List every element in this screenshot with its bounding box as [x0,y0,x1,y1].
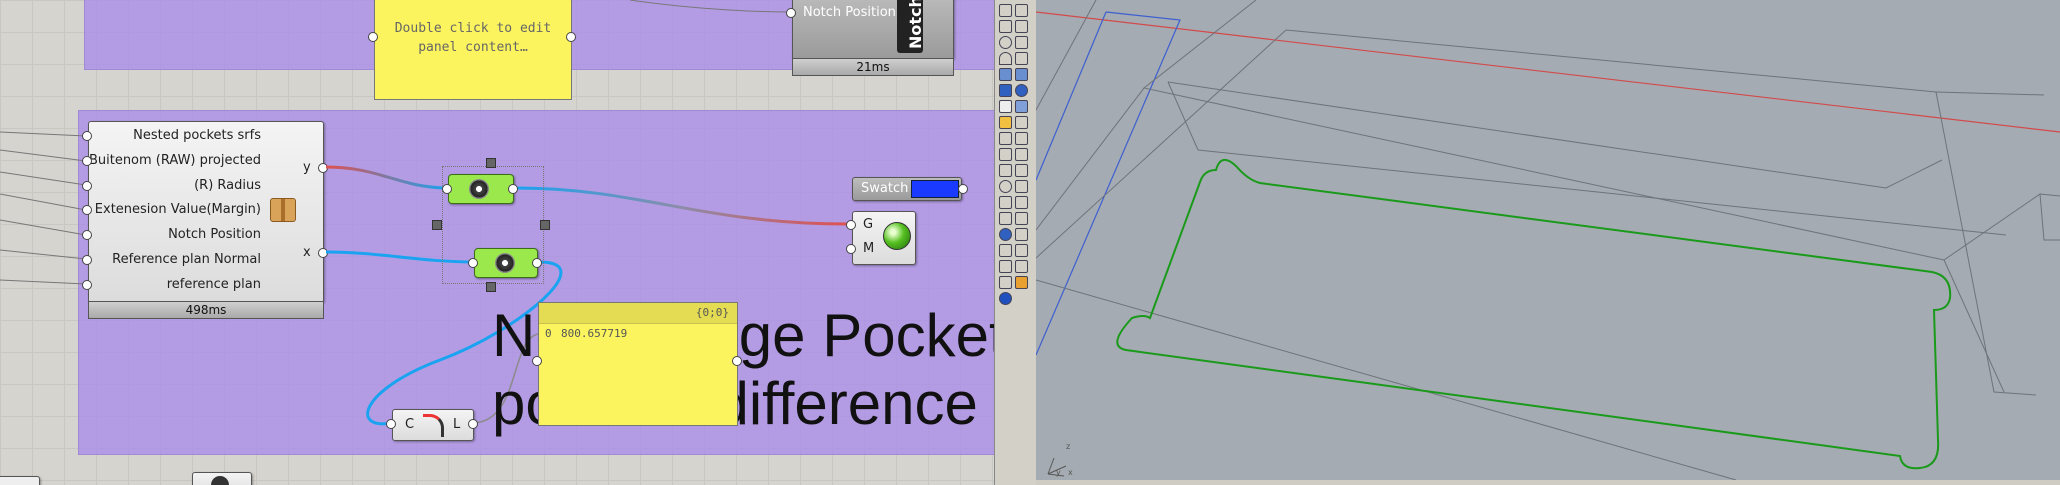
partial-panel-bottom-left[interactable] [0,476,40,485]
gumball-handle-top[interactable] [486,158,496,168]
curve-tool-icon[interactable] [1015,52,1028,65]
grasshopper-canvas[interactable]: Double click to edit panel content… Notc… [0,0,994,485]
preview-sphere-icon [883,222,911,250]
vector-2-output-port[interactable] [532,258,542,268]
gumball-handle-left[interactable] [432,220,442,230]
explode-tool-icon[interactable] [1015,164,1028,177]
move-tool-icon[interactable] [999,132,1012,145]
preview-port-m[interactable] [846,244,856,254]
solid-sphere-icon[interactable] [1015,84,1028,97]
surface-tool-icon[interactable] [999,68,1012,81]
scale-tool-icon[interactable] [1015,132,1028,145]
extrude-tool-icon[interactable] [1015,68,1028,81]
group-tool-icon[interactable] [999,212,1012,225]
bucket-tool-icon[interactable] [1015,276,1028,289]
curve-input-c: C [405,417,415,432]
vector-1-input-port[interactable] [442,184,452,194]
curve-output-port[interactable] [468,419,478,429]
value-panel[interactable]: {0;0} 0 800.657719 [538,302,738,426]
rectangle-tool-icon[interactable] [1015,36,1028,49]
curve-length-component[interactable]: C L [392,409,474,441]
vector-component-1[interactable] [448,174,514,204]
boolean-tool-icon[interactable] [999,148,1012,161]
curve-output-l: L [453,417,461,432]
select-window-icon[interactable] [1015,4,1028,17]
dimension-tool-icon[interactable] [1015,116,1028,129]
circle-tool-icon[interactable] [999,36,1012,49]
viewport-geometry [1036,0,2060,481]
snap-tool-icon[interactable] [1015,244,1028,257]
globe-tool-icon[interactable] [999,292,1012,305]
render-tool-icon[interactable] [999,228,1012,241]
polyline-tool-icon[interactable] [1015,20,1028,33]
hex-icon-2 [495,253,515,273]
swatch-output-port[interactable] [958,184,968,194]
rotate-tool-icon[interactable] [999,180,1012,193]
vector-1-output-port[interactable] [508,184,518,194]
array-tool-icon[interactable] [999,196,1012,209]
axis-label-x: x [1068,468,1073,477]
value-panel-value: 800.657719 [561,327,628,340]
check-tool-icon[interactable] [1015,260,1028,273]
point-tool-icon[interactable] [999,20,1012,33]
solid-box-icon[interactable] [999,84,1012,97]
layer-tool-icon[interactable] [1015,212,1028,225]
curve-input-port[interactable] [386,419,396,429]
partial-hex-icon [211,476,229,485]
mirror-tool-icon[interactable] [1015,196,1028,209]
split-tool-icon[interactable] [1015,148,1028,161]
axis-label-z: z [1066,442,1071,451]
axis-widget: x y z [1042,440,1082,480]
preview-input-m: M [863,241,875,256]
gumball-handle-bottom[interactable] [486,282,496,292]
trim-tool-icon[interactable] [1015,180,1028,193]
cylinder-tool-icon[interactable] [999,100,1012,113]
arc-tool-icon[interactable] [999,52,1012,65]
paint-tool-icon[interactable] [999,276,1012,289]
mesh-tool-icon[interactable] [1015,100,1028,113]
value-panel-index: 0 [545,327,552,340]
material-tool-icon[interactable] [1015,228,1028,241]
grid-tool-icon[interactable] [999,244,1012,257]
vector-component-2[interactable] [474,248,538,278]
value-panel-header: {0;0} [539,303,737,324]
viewport-bottom-tabs [1036,480,2060,485]
value-panel-output-port[interactable] [732,356,742,366]
swatch-component[interactable]: Swatch [852,177,962,201]
light-tool-icon[interactable] [999,116,1012,129]
hex-icon-1 [469,179,489,199]
value-panel-path: {0;0} [695,306,729,319]
preview-port-g[interactable] [846,220,856,230]
swatch-color-box[interactable] [911,180,959,198]
analyze-tool-icon[interactable] [999,260,1012,273]
custom-preview-component[interactable]: G M [852,211,916,265]
preview-input-g: G [863,217,874,232]
vector-2-input-port[interactable] [468,258,478,268]
select-tool-icon[interactable] [999,4,1012,17]
value-panel-input-port[interactable] [532,356,542,366]
join-tool-icon[interactable] [999,164,1012,177]
curve-length-icon [423,414,444,437]
partial-component-bottom[interactable] [192,472,252,485]
rhino-viewport[interactable]: x y z [1036,0,2060,485]
swatch-label: Swatch [861,181,909,196]
gumball-handle-right[interactable] [540,220,550,230]
rhino-side-toolbar [994,0,1038,485]
axis-label-y: y [1056,468,1061,477]
